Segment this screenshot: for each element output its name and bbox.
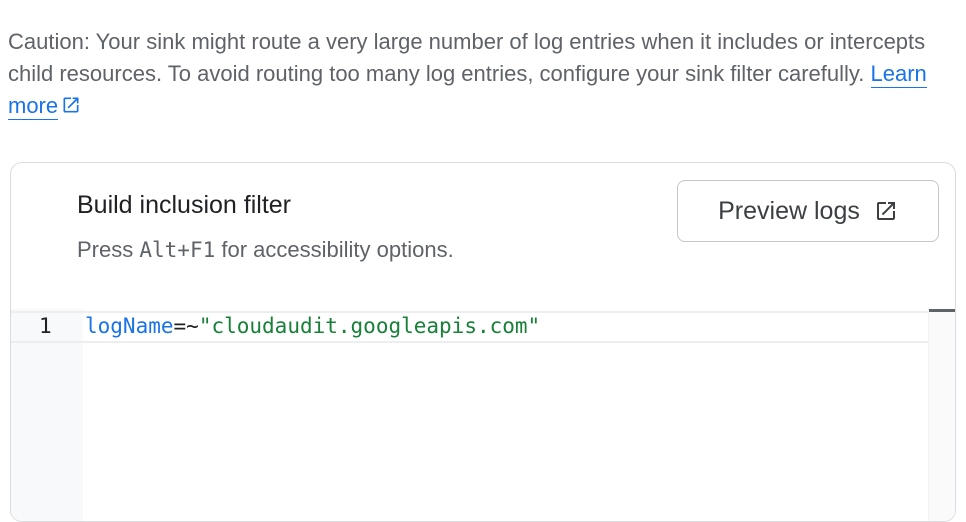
- preview-logs-button[interactable]: Preview logs: [677, 180, 939, 242]
- inclusion-filter-card: Build inclusion filter Press Alt+F1 for …: [10, 162, 956, 522]
- external-link-icon[interactable]: [61, 92, 81, 113]
- preview-logs-label: Preview logs: [718, 196, 860, 225]
- filter-code-editor[interactable]: 1 logName=~"cloudaudit.googleapis.com": [11, 309, 955, 521]
- vertical-scrollbar[interactable]: [928, 309, 955, 521]
- keyboard-shortcut: Alt+F1: [139, 238, 216, 262]
- card-title: Build inclusion filter: [77, 191, 291, 219]
- external-link-icon: [874, 199, 898, 223]
- hint-prefix: Press: [77, 237, 134, 262]
- field-token: logName: [85, 314, 174, 338]
- caution-text: Caution: Your sink might route a very la…: [8, 29, 926, 86]
- hint-suffix: for accessibility options.: [221, 237, 454, 262]
- line-number: 1: [39, 314, 52, 338]
- scrollbar-thumb[interactable]: [929, 309, 955, 312]
- operator-token: =~: [173, 314, 199, 338]
- string-token: "cloudaudit.googleapis.com": [198, 314, 541, 338]
- accessibility-hint: Press Alt+F1 for accessibility options.: [77, 237, 454, 263]
- caution-message: Caution: Your sink might route a very la…: [8, 26, 960, 122]
- code-line[interactable]: logName=~"cloudaudit.googleapis.com": [85, 314, 540, 338]
